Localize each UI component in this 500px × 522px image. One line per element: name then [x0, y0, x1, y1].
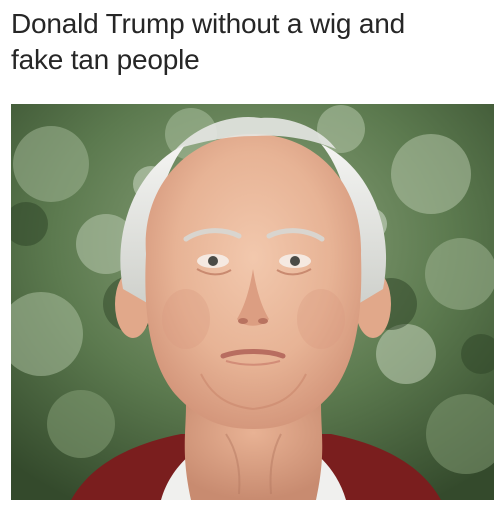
portrait-illustration — [11, 104, 494, 500]
right-nostril — [258, 318, 268, 324]
caption-line-1: Donald Trump without a wig and — [11, 8, 405, 39]
left-cheek — [162, 289, 210, 349]
right-cheek — [297, 289, 345, 349]
portrait-photo — [11, 104, 494, 500]
meme-caption: Donald Trump without a wig and fake tan … — [11, 6, 489, 78]
caption-line-2: fake tan people — [11, 44, 200, 75]
left-nostril — [238, 318, 248, 324]
left-pupil — [208, 256, 218, 266]
meme-image: Donald Trump without a wig and fake tan … — [0, 0, 500, 522]
right-pupil — [290, 256, 300, 266]
